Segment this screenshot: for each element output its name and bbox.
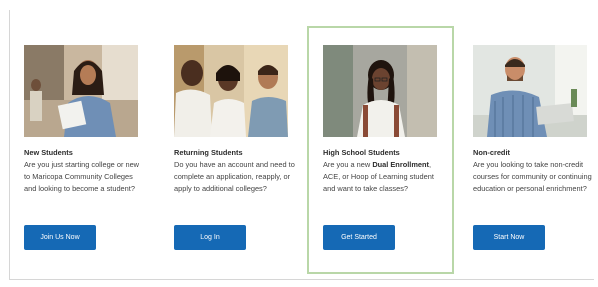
returning-students-photo xyxy=(174,45,288,137)
card-title: Non-credit xyxy=(473,148,510,157)
card-high-school-students: High School Students Are you a new Dual … xyxy=(323,45,441,250)
non-credit-photo xyxy=(473,45,587,137)
card-title: New Students xyxy=(24,148,73,157)
card-new-students: New Students Are you just starting colle… xyxy=(24,45,142,250)
start-now-button[interactable]: Start Now xyxy=(473,225,545,250)
card-non-credit: Non-credit Are you looking to take non-c… xyxy=(473,45,592,250)
get-started-button[interactable]: Get Started xyxy=(323,225,395,250)
new-students-photo xyxy=(24,45,138,137)
card-returning-students: Returning Students Do you have an accoun… xyxy=(174,45,295,250)
card-description: Are you looking to take non-credit cours… xyxy=(473,160,592,193)
high-school-students-photo xyxy=(323,45,437,137)
card-title: High School Students xyxy=(323,148,400,157)
card-description: Are you just starting college or new to … xyxy=(24,160,140,193)
card-title: Returning Students xyxy=(174,148,243,157)
description-bold-text: Dual Enrollment xyxy=(372,160,429,169)
log-in-button[interactable]: Log In xyxy=(174,225,246,250)
description-text: Are you a new xyxy=(323,160,373,169)
card-description: Are you a new Dual Enrollment, ACE, or H… xyxy=(323,159,445,195)
card-description: Do you have an account and need to compl… xyxy=(174,160,295,193)
join-us-now-button[interactable]: Join Us Now xyxy=(24,225,96,250)
